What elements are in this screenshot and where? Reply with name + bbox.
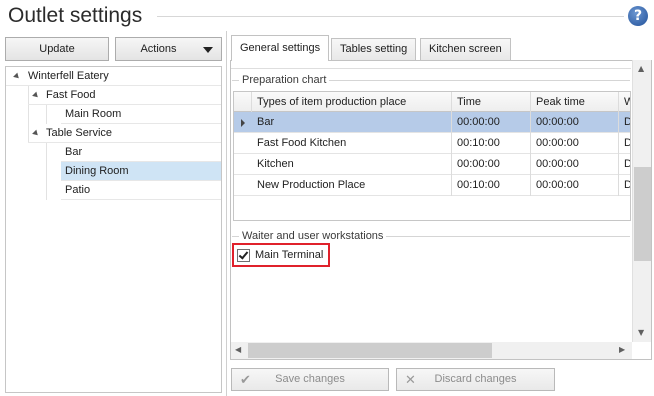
table-row[interactable]: New Production Place 00:10:00 00:00:00 D… — [234, 175, 630, 196]
workstations-title: Waiter and user workstations — [239, 230, 387, 242]
table-cell: De — [619, 154, 630, 175]
table-cell: De — [619, 112, 630, 133]
workstation-label: Main Terminal — [255, 249, 324, 261]
table-cell: 00:10:00 — [452, 133, 531, 154]
workstation-main-terminal[interactable]: Main Terminal — [232, 243, 330, 267]
tree-guide-line — [46, 143, 47, 200]
pane-splitter[interactable] — [226, 31, 227, 396]
tree-node-label: Patio — [65, 184, 91, 196]
row-indicator-header — [234, 92, 252, 113]
tab-kitchen-screen[interactable]: Kitchen screen — [420, 38, 511, 60]
column-header[interactable]: W — [619, 92, 630, 113]
tree-node-root[interactable]: Winterfell Eatery — [6, 67, 221, 86]
scroll-right-icon[interactable]: ▶ — [619, 345, 625, 354]
chevron-down-icon[interactable] — [203, 47, 213, 53]
table-cell: Kitchen — [252, 154, 452, 175]
tree-node-label: Bar — [65, 146, 83, 158]
grid-header: Types of item production place Time Peak… — [234, 92, 630, 113]
tree-node-fast-food[interactable]: Fast Food — [28, 86, 221, 105]
table-cell: 00:00:00 — [531, 112, 619, 133]
tree-node-table-service[interactable]: Table Service — [28, 124, 221, 143]
update-button[interactable]: Update — [5, 37, 109, 61]
table-cell: 00:10:00 — [452, 175, 531, 196]
tree-guide-line — [46, 105, 47, 124]
table-row[interactable]: Kitchen 00:00:00 00:00:00 De — [234, 154, 630, 175]
prep-chart-title: Preparation chart — [239, 74, 330, 86]
main-terminal-checkbox[interactable] — [237, 249, 250, 262]
table-cell: Bar — [252, 112, 452, 133]
title-divider — [157, 16, 624, 17]
discard-changes-button[interactable]: ✕ Discard changes — [396, 368, 555, 391]
scroll-down-icon[interactable]: ▼ — [638, 328, 644, 337]
table-cell: New Production Place — [252, 175, 452, 196]
outlet-tree[interactable]: Winterfell Eatery Fast Food Main Room Ta… — [5, 66, 222, 393]
tree-node-patio[interactable]: Patio — [61, 181, 221, 200]
vertical-scroll-thumb[interactable] — [634, 167, 651, 261]
table-cell: 00:00:00 — [452, 112, 531, 133]
table-cell: De — [619, 175, 630, 196]
tree-node-label: Fast Food — [46, 89, 96, 101]
actions-label: Actions — [140, 43, 177, 55]
tree-node-label: Table Service — [46, 127, 113, 139]
save-changes-button[interactable]: ✔ Save changes — [231, 368, 389, 391]
table-cell: 00:00:00 — [531, 133, 619, 154]
checkmark-icon — [238, 249, 249, 260]
save-changes-label: Save changes — [275, 373, 345, 385]
tree-node-dining-room[interactable]: Dining Room — [61, 162, 221, 181]
panel-top-edge — [231, 61, 631, 69]
prep-chart-grid[interactable]: Types of item production place Time Peak… — [233, 91, 631, 221]
column-header[interactable]: Time — [452, 92, 531, 113]
expand-arrow-icon[interactable] — [32, 91, 40, 100]
table-row[interactable]: Bar 00:00:00 00:00:00 De — [234, 112, 630, 133]
tree-node-label: Main Room — [65, 108, 122, 120]
horizontal-scroll-thumb[interactable] — [248, 343, 492, 358]
help-icon[interactable]: ? — [628, 6, 648, 26]
expand-arrow-icon[interactable] — [13, 72, 21, 81]
checkmark-icon: ✔ — [240, 373, 251, 388]
scroll-up-icon[interactable]: ▲ — [638, 64, 644, 73]
expand-arrow-icon[interactable] — [32, 129, 40, 138]
column-header[interactable]: Types of item production place — [252, 92, 452, 113]
table-cell: Fast Food Kitchen — [252, 133, 452, 154]
close-icon: ✕ — [405, 373, 416, 388]
table-cell: 00:00:00 — [452, 154, 531, 175]
tree-node-label: Dining Room — [65, 165, 129, 177]
column-header[interactable]: Peak time — [531, 92, 619, 113]
table-row[interactable]: Fast Food Kitchen 00:10:00 00:00:00 De — [234, 133, 630, 154]
page-title: Outlet settings — [8, 4, 143, 27]
scroll-left-icon[interactable]: ◀ — [235, 345, 241, 354]
vertical-scrollbar[interactable]: ▲ ▼ — [632, 60, 651, 342]
tree-node-main-room[interactable]: Main Room — [61, 105, 221, 124]
tree-node-label: Winterfell Eatery — [28, 70, 109, 82]
tab-general-settings[interactable]: General settings — [231, 35, 330, 61]
actions-button[interactable]: Actions — [115, 37, 222, 61]
horizontal-scrollbar[interactable]: ◀ ▶ — [231, 342, 632, 359]
discard-changes-label: Discard changes — [434, 373, 517, 385]
current-row-arrow-icon — [241, 119, 245, 127]
table-cell: 00:00:00 — [531, 154, 619, 175]
table-cell: De — [619, 133, 630, 154]
tab-tables-setting[interactable]: Tables setting — [331, 38, 417, 60]
table-cell: 00:00:00 — [531, 175, 619, 196]
tree-node-bar[interactable]: Bar — [61, 143, 221, 162]
